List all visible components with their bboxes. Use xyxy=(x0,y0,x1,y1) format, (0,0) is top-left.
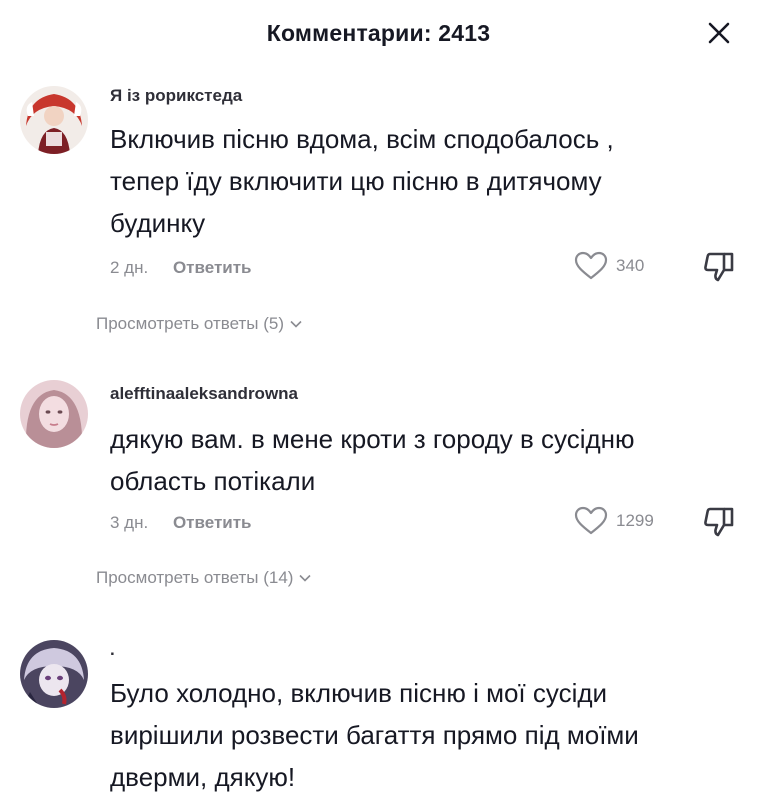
comment-username[interactable]: Я із рориксте​да xyxy=(110,86,242,106)
comment-username[interactable]: . xyxy=(110,640,115,660)
comment-text-line: дверми, дякую! xyxy=(110,762,296,792)
comments-count-title: Комментарии: 2413 xyxy=(266,20,491,46)
comment-text: дякую вам. в мене кроти з городу в сусід… xyxy=(110,418,710,502)
comment-text-line: область потікали xyxy=(110,466,316,496)
avatar[interactable] xyxy=(20,86,88,154)
comment-text: Було холодно, включив пісню і мої сусіди… xyxy=(110,672,710,798)
avatar[interactable] xyxy=(20,640,88,708)
view-replies-label: Просмотреть ответы (14) xyxy=(96,568,294,587)
like-button[interactable]: 1299 xyxy=(574,505,654,537)
comment-meta: 2 дн. Ответить xyxy=(110,258,252,278)
like-button[interactable]: 340 xyxy=(574,250,644,282)
comments-header: Комментарии: 2413 xyxy=(0,0,757,68)
like-count: 1299 xyxy=(616,511,654,530)
comment-date: 3 дн. xyxy=(110,513,149,532)
comment-text-line: дякую вам. в мене кроти з городу в сусід… xyxy=(110,424,635,454)
like-count: 340 xyxy=(616,256,645,275)
view-replies-button[interactable]: Просмотреть ответы (5) xyxy=(96,314,302,334)
comment-text-line: Було холодно, включив пісню і мої сусіди xyxy=(110,678,608,708)
comment-text-line: тепер їду включити цю пісню в дитячому xyxy=(110,166,602,196)
view-replies-button[interactable]: Просмотреть ответы (14) xyxy=(96,568,312,588)
chevron-down-icon xyxy=(299,574,312,582)
comment-text-line: Включив пісню вдома, всім сподобалось , xyxy=(110,124,614,154)
avatar[interactable] xyxy=(20,380,88,448)
comment-meta: 3 дн. Ответить xyxy=(110,513,252,533)
thumbs-down-icon[interactable] xyxy=(702,250,736,284)
thumbs-down-icon[interactable] xyxy=(702,505,736,539)
heart-outline-icon xyxy=(574,251,608,280)
comment-text-line: будинку xyxy=(110,208,206,238)
reply-button[interactable]: Ответить xyxy=(173,258,252,277)
chevron-down-icon xyxy=(290,320,302,328)
view-replies-label: Просмотреть ответы (5) xyxy=(96,314,284,333)
close-icon[interactable] xyxy=(706,20,732,46)
reply-button[interactable]: Ответить xyxy=(173,513,252,532)
comment-username[interactable]: alefftinaaleksandrowna xyxy=(110,384,298,404)
comment-text: Включив пісню вдома, всім сподобалось , … xyxy=(110,118,710,244)
comment-text-line: вирішили розвести багаття прямо під моїм… xyxy=(110,720,639,750)
comment-date: 2 дн. xyxy=(110,258,149,277)
heart-outline-icon xyxy=(574,506,608,535)
